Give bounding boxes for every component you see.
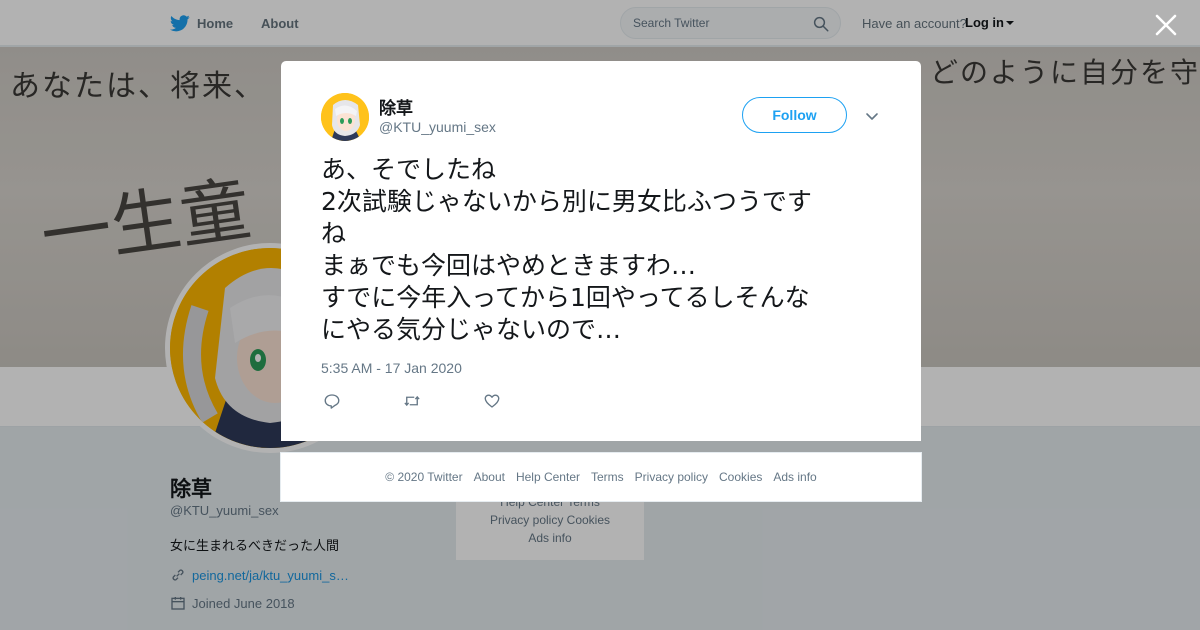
tweet-text-line: すでに今年入ってから1回やってるしそんな — [321, 283, 810, 312]
footer-link-cookies[interactable]: Cookies — [719, 470, 762, 484]
footer-link-ads-info[interactable]: Ads info — [773, 470, 816, 484]
footer-copyright: © 2020 Twitter — [385, 470, 463, 484]
retweet-icon[interactable] — [403, 392, 421, 410]
follow-button[interactable]: Follow — [742, 97, 847, 133]
tweet-text-line: あ、そでしたね — [321, 155, 497, 184]
heart-icon[interactable] — [483, 392, 501, 410]
close-icon[interactable] — [1153, 12, 1179, 38]
tweet-text-line: にやる気分じゃないので… — [321, 315, 622, 344]
modal-footer-links: © 2020 Twitter About Help Center Terms P… — [280, 452, 922, 502]
tweet-timestamp[interactable]: 5:35 AM - 17 Jan 2020 — [321, 360, 462, 376]
footer-link-terms[interactable]: Terms — [591, 470, 624, 484]
anime-avatar-illustration — [321, 93, 369, 141]
tweet-author-name[interactable]: 除草 — [379, 94, 413, 119]
footer-link-help-center[interactable]: Help Center — [516, 470, 580, 484]
tweet-text-line: ね — [321, 219, 347, 248]
tweet-author-handle[interactable]: @KTU_yuumi_sex — [379, 119, 496, 135]
footer-link-about[interactable]: About — [474, 470, 505, 484]
tweet-text: あ、そでしたね 2次試験じゃないから別に男女比ふつうです ね まぁでも今回はやめ… — [321, 154, 881, 346]
tweet-text-line: 2次試験じゃないから別に男女比ふつうです — [321, 187, 812, 216]
tweet-permalink-modal: 除草 @KTU_yuumi_sex Follow あ、そでしたね 2次試験じゃな… — [281, 61, 921, 441]
reply-icon[interactable] — [323, 392, 341, 410]
tweet-text-line: まぁでも今回はやめときますわ… — [321, 251, 697, 280]
footer-link-privacy[interactable]: Privacy policy — [635, 470, 708, 484]
tweet-author-avatar[interactable] — [321, 93, 369, 141]
chevron-down-icon[interactable] — [864, 108, 880, 124]
